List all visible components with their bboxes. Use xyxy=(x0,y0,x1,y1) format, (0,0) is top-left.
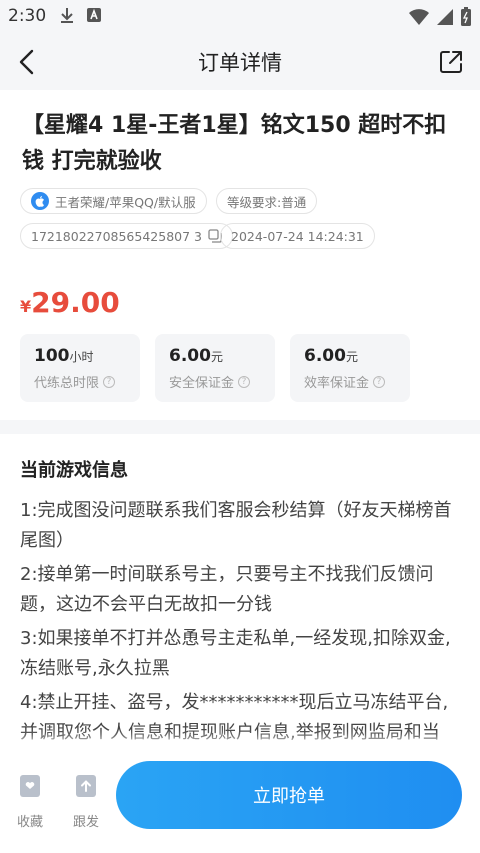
signal-icon xyxy=(437,9,453,25)
info-label: 代练总时限 xyxy=(34,376,100,391)
order-title: 【星耀4 1星-王者1星】铭文150 超时不扣钱 打完就验收 xyxy=(22,113,447,174)
info-value: 6.00 xyxy=(304,346,346,366)
download-icon xyxy=(61,8,73,23)
nav-bar: 订单详情 xyxy=(0,34,480,90)
price-value: 29.00 xyxy=(31,286,120,319)
order-price: ¥29.00 xyxy=(20,286,120,319)
level-tag-label: 等级要求:普通 xyxy=(227,194,307,210)
game-info-line: 2:接单第一时间联系号主，只要号主不找我们反馈问题，这边不会平白无故扣一分钱 xyxy=(20,564,434,615)
app-notification-icon xyxy=(87,8,101,22)
grab-order-button[interactable]: 立即抢单 xyxy=(116,761,462,829)
game-info-line: 1:完成图没问题联系我们客服会秒结算（好友天梯榜首尾图） xyxy=(20,500,452,551)
help-icon[interactable]: ? xyxy=(238,375,251,388)
bookmark-icon xyxy=(20,775,40,797)
game-info-title: 当前游戏信息 xyxy=(20,460,128,481)
info-total-time: 100小时 代练总时限? xyxy=(20,334,140,402)
follow-button[interactable]: 跟发 xyxy=(66,773,106,830)
game-info-section: 当前游戏信息 1:完成图没问题联系我们客服会秒结算（好友天梯榜首尾图） 2:接单… xyxy=(0,434,480,754)
page-title: 订单详情 xyxy=(198,51,282,75)
upload-icon xyxy=(76,775,96,797)
info-unit: 小时 xyxy=(69,350,94,364)
info-value: 6.00 xyxy=(169,346,211,366)
share-icon[interactable] xyxy=(438,49,464,75)
level-tag: 等级要求:普通 xyxy=(216,188,318,214)
battery-icon xyxy=(461,7,471,26)
info-unit: 元 xyxy=(345,350,358,364)
currency-symbol: ¥ xyxy=(20,297,32,316)
apple-logo-icon xyxy=(31,192,49,210)
favorite-button[interactable]: 收藏 xyxy=(10,773,50,830)
game-info-line: 3:如果接单不打并怂恿号主走私单,一经发现,扣除双金,冻结账号,永久拉黑 xyxy=(20,628,451,679)
game-tag: 王者荣耀/苹果QQ/默认服 xyxy=(20,188,207,214)
bottom-action-bar: 收藏 跟发 立即抢单 xyxy=(0,745,480,853)
wifi-icon xyxy=(409,9,429,25)
order-time-text: 2024-07-24 14:24:31 xyxy=(231,228,364,244)
status-bar: 2:30 xyxy=(0,0,480,34)
game-tag-label: 王者荣耀/苹果QQ/默认服 xyxy=(55,194,196,210)
help-icon[interactable]: ? xyxy=(373,375,386,388)
game-info-line: 4:禁止开挂、盗号，发***********现后立马冻结平台,并调取您个人信息和… xyxy=(20,692,449,743)
game-info-text: 1:完成图没问题联系我们客服会秒结算（好友天梯榜首尾图） 2:接单第一时间联系号… xyxy=(20,496,460,752)
favorite-label: 收藏 xyxy=(16,815,43,830)
info-label: 安全保证金 xyxy=(169,376,235,391)
info-unit: 元 xyxy=(210,350,223,364)
info-label: 效率保证金 xyxy=(304,376,370,391)
follow-label: 跟发 xyxy=(72,815,99,830)
section-divider xyxy=(0,420,480,434)
status-time: 2:30 xyxy=(8,6,47,26)
order-time: 2024-07-24 14:24:31 xyxy=(220,223,375,249)
info-efficiency-deposit: 6.00元 效率保证金? xyxy=(290,334,410,402)
order-number[interactable]: 17218022708565425807 3 xyxy=(20,223,233,249)
order-number-text: 17218022708565425807 3 xyxy=(31,228,202,244)
help-icon[interactable]: ? xyxy=(103,375,116,388)
order-card: 【星耀4 1星-王者1星】铭文150 超时不扣钱 打完就验收 王者荣耀/苹果QQ… xyxy=(0,90,480,420)
info-safety-deposit: 6.00元 安全保证金? xyxy=(155,334,275,402)
info-value: 100 xyxy=(34,346,70,366)
